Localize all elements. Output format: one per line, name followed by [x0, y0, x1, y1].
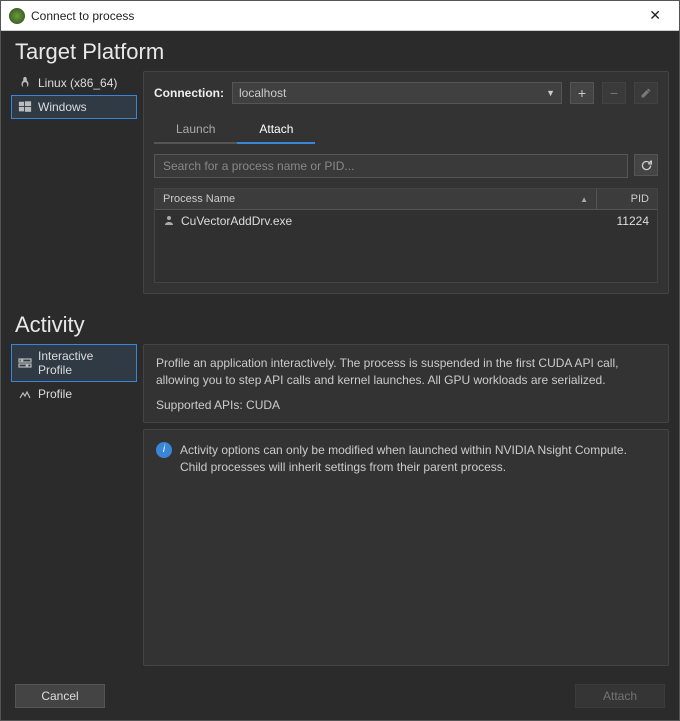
remove-connection-button: − [602, 82, 626, 104]
col-pid[interactable]: PID [597, 189, 657, 209]
activity-desc-panel: Profile an application interactively. Th… [143, 344, 669, 423]
info-box: i Activity options can only be modified … [144, 430, 668, 489]
target-right: Connection: localhost ▼ + − Launch [143, 71, 679, 304]
activity-item-profile[interactable]: Profile [11, 382, 137, 406]
activity-split: Interactive Profile Profile Profile an a… [1, 344, 679, 676]
footer: Cancel Attach [1, 676, 679, 720]
platform-item-linux[interactable]: Linux (x86_64) [11, 71, 137, 95]
activity-list: Interactive Profile Profile [1, 344, 143, 676]
col-process-name[interactable]: Process Name ▲ [155, 189, 597, 209]
connection-select[interactable]: localhost ▼ [232, 82, 562, 104]
cell-name: CuVectorAddDrv.exe [163, 214, 589, 228]
process-table: Process Name ▲ PID C [154, 188, 658, 283]
target-split: Linux (x86_64) Windows Connection: local… [1, 71, 679, 304]
cancel-button[interactable]: Cancel [15, 684, 105, 708]
section-target-platform: Target Platform [1, 31, 679, 71]
close-button[interactable]: ✕ [639, 3, 671, 28]
windows-icon [18, 100, 32, 114]
table-header: Process Name ▲ PID [155, 189, 657, 210]
search-row [144, 144, 668, 188]
activity-description: Profile an application interactively. Th… [144, 345, 668, 394]
dialog-window: Connect to process ✕ Target Platform Lin… [0, 0, 680, 721]
tab-launch[interactable]: Launch [154, 116, 237, 144]
cell-pid: 11224 [589, 214, 649, 228]
add-connection-button[interactable]: + [570, 82, 594, 104]
titlebar: Connect to process ✕ [1, 1, 679, 31]
platform-list: Linux (x86_64) Windows [1, 71, 143, 304]
chevron-down-icon: ▼ [546, 88, 555, 98]
connection-value: localhost [239, 86, 286, 100]
attach-button: Attach [575, 684, 665, 708]
process-icon [163, 215, 175, 227]
platform-label: Windows [38, 100, 87, 114]
connection-panel: Connection: localhost ▼ + − Launch [143, 71, 669, 294]
edit-connection-button [634, 82, 658, 104]
sort-asc-icon: ▲ [580, 195, 588, 204]
dialog-body: Target Platform Linux (x86_64) Windows [1, 31, 679, 720]
platform-item-windows[interactable]: Windows [11, 95, 137, 119]
window-title: Connect to process [31, 9, 639, 23]
interactive-profile-icon [18, 356, 32, 370]
activity-label: Interactive Profile [38, 349, 130, 377]
refresh-button[interactable] [634, 154, 658, 176]
tab-attach[interactable]: Attach [237, 116, 315, 144]
activity-item-interactive-profile[interactable]: Interactive Profile [11, 344, 137, 382]
profile-icon [18, 387, 32, 401]
info-message: Activity options can only be modified wh… [180, 442, 656, 477]
tabs: Launch Attach [144, 110, 668, 144]
table-row[interactable]: CuVectorAddDrv.exe 11224 [155, 210, 657, 232]
activity-info-panel: i Activity options can only be modified … [143, 429, 669, 666]
activity-right: Profile an application interactively. Th… [143, 344, 679, 676]
platform-label: Linux (x86_64) [38, 76, 117, 90]
connection-row: Connection: localhost ▼ + − [144, 72, 668, 110]
supported-apis: Supported APIs: CUDA [144, 394, 668, 422]
connection-label: Connection: [154, 86, 224, 100]
activity-label: Profile [38, 387, 72, 401]
app-icon [9, 8, 25, 24]
linux-icon [18, 76, 32, 90]
table-body: CuVectorAddDrv.exe 11224 [155, 210, 657, 282]
section-activity: Activity [1, 304, 679, 344]
info-icon: i [156, 442, 172, 458]
search-input[interactable] [154, 154, 628, 178]
